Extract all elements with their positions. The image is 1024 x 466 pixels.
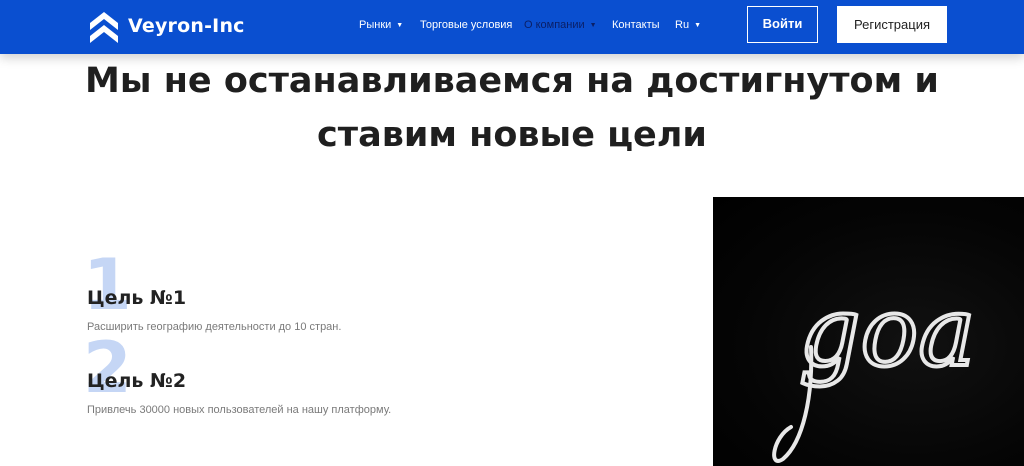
goal-number: 1 (83, 244, 132, 326)
nav-trading-conditions-label: Торговые условия (420, 19, 513, 31)
register-button[interactable]: Регистрация (837, 6, 947, 43)
goal-title: Цель №2 (87, 370, 187, 392)
chalk-goal-lettering: goa (772, 274, 977, 463)
headline-line-2: ставим новые цели (317, 115, 707, 155)
caret-down-icon: ▼ (589, 22, 597, 29)
nav-about-company-label: О компании (524, 19, 585, 31)
login-button[interactable]: Войти (747, 6, 818, 43)
page-headline: Мы не останавливаемся на достигнутом и с… (0, 54, 1024, 162)
nav-contacts[interactable]: Контакты (612, 17, 660, 33)
nav-language-label: Ru (675, 19, 690, 31)
goal-number: 2 (83, 327, 132, 409)
nav-about-company[interactable]: О компании ▼ (524, 17, 597, 34)
nav-language[interactable]: Ru ▼ (675, 17, 701, 34)
chalk-lettering: goa (799, 276, 975, 388)
goal-chalkboard-image: goa (713, 197, 1024, 466)
nav-contacts-label: Контакты (612, 19, 660, 31)
nav-trading-conditions[interactable]: Торговые условия (420, 17, 512, 33)
goal-title: Цель №1 (87, 287, 187, 309)
nav-markets-label: Рынки (359, 19, 392, 31)
caret-down-icon: ▼ (694, 22, 701, 29)
site-header: Veyron-Inc Рынки ▼ Торговые условия О ком… (0, 0, 1024, 54)
headline-line-1: Мы не останавливаемся на достигнутом и (85, 61, 939, 101)
goal-description: Привлечь 30000 новых пользователей на на… (87, 404, 392, 416)
nav-markets[interactable]: Рынки ▼ (359, 17, 403, 34)
caret-down-icon: ▼ (396, 22, 404, 29)
